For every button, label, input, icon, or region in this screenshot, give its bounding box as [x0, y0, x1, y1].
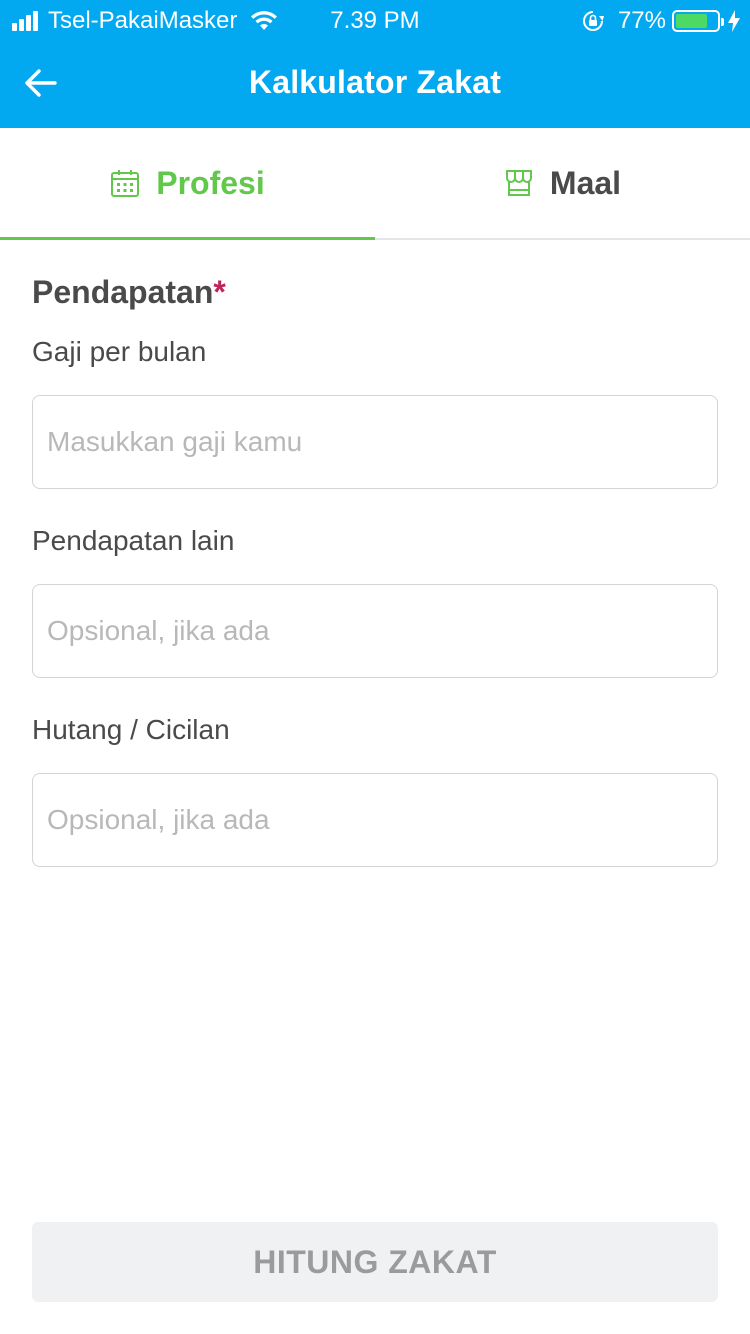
active-tab-indicator	[0, 237, 375, 240]
calculate-zakat-button[interactable]: HITUNG ZAKAT	[32, 1222, 718, 1302]
store-icon	[505, 170, 532, 196]
tab-bar: Profesi Maal	[0, 128, 750, 240]
salary-input[interactable]	[32, 395, 718, 489]
tab-profesi-label: Profesi	[156, 164, 265, 201]
battery-percent: 77%	[617, 7, 666, 34]
battery-fill	[676, 14, 707, 28]
tab-maal-label: Maal	[549, 164, 622, 201]
status-right: 77%	[582, 7, 740, 35]
other-income-label: Pendapatan lain	[32, 525, 235, 556]
nav-bar: Kalkulator Zakat	[0, 40, 750, 128]
other-income-input[interactable]	[32, 584, 718, 678]
section-title: Pendapatan*	[32, 274, 226, 311]
tab-maal[interactable]: Maal	[375, 128, 750, 238]
salary-label: Gaji per bulan	[32, 336, 207, 367]
battery-icon	[672, 10, 724, 32]
status-bar: Tsel-PakaiMasker 7.39 PM 77%	[0, 0, 750, 40]
page-title: Kalkulator Zakat	[248, 64, 502, 100]
tab-profesi[interactable]: Profesi	[0, 128, 375, 240]
required-mark: *	[213, 274, 226, 310]
debt-input[interactable]	[32, 773, 718, 867]
section-title-text: Pendapatan	[32, 274, 214, 310]
rotation-lock-icon	[582, 11, 604, 31]
charging-bolt-icon	[728, 10, 740, 32]
debt-label: Hutang / Cicilan	[32, 714, 230, 745]
calendar-icon	[111, 170, 140, 197]
app-header: Tsel-PakaiMasker 7.39 PM 77% Kalkulator …	[0, 0, 750, 128]
